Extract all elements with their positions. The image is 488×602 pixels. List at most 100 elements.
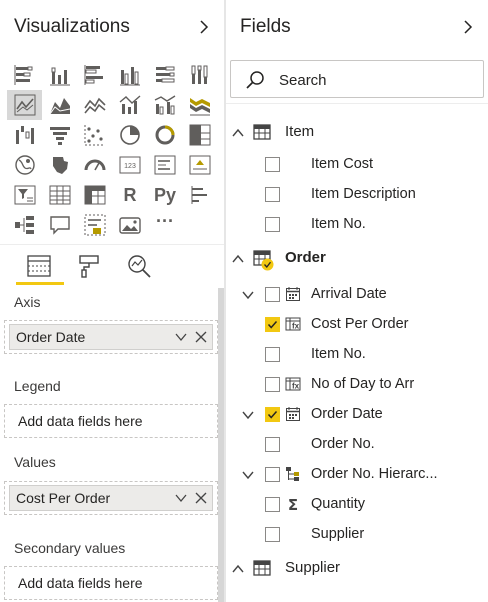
close-icon[interactable] <box>194 491 208 505</box>
field-row[interactable]: Item No. <box>226 339 488 369</box>
field-label: Item Description <box>311 186 416 202</box>
paginated-report-icon[interactable] <box>112 210 147 240</box>
card-icon[interactable]: 123 <box>112 150 147 180</box>
values-field-pill[interactable]: Cost Per Order <box>9 485 213 511</box>
clustered-column-chart-icon[interactable] <box>112 60 147 90</box>
map-icon[interactable] <box>7 150 42 180</box>
more-visuals-icon[interactable]: ··· <box>147 210 182 240</box>
multi-row-card-icon[interactable] <box>147 150 182 180</box>
table-name: Order <box>285 249 326 266</box>
field-checkbox[interactable] <box>265 187 280 202</box>
search-input[interactable] <box>279 70 469 90</box>
field-label: Order Date <box>311 406 383 422</box>
line-and-clustered-column-chart-icon[interactable] <box>147 90 182 120</box>
100-stacked-bar-chart-icon[interactable] <box>147 60 182 90</box>
svg-text:Py: Py <box>154 185 176 205</box>
funnel-chart-icon[interactable] <box>42 120 77 150</box>
line-and-stacked-column-chart-icon[interactable] <box>112 90 147 120</box>
matrix-icon[interactable] <box>77 180 112 210</box>
fields-search[interactable] <box>230 60 484 98</box>
field-wells: Axis Order Date Legend Add data fields h… <box>0 288 224 602</box>
table-header-order[interactable]: Order <box>226 243 488 273</box>
field-row[interactable]: Order No. Hierarc... <box>226 459 488 489</box>
stacked-area-chart-icon[interactable] <box>77 90 112 120</box>
visual-gallery-row: R Py <box>7 180 217 210</box>
field-checkbox[interactable] <box>265 377 280 392</box>
chevron-down-icon[interactable] <box>174 330 188 344</box>
filled-map-icon[interactable] <box>42 150 77 180</box>
field-checkbox[interactable] <box>265 527 280 542</box>
field-label: Order No. Hierarc... <box>311 466 438 482</box>
area-chart-icon[interactable] <box>42 90 77 120</box>
axis-well[interactable]: Order Date <box>4 320 218 354</box>
fields-tab[interactable] <box>24 251 54 281</box>
field-label: Item Cost <box>311 156 374 172</box>
chevron-down-icon[interactable] <box>241 288 255 302</box>
smart-narrative-icon[interactable] <box>77 210 112 240</box>
search-icon <box>246 71 264 89</box>
clustered-bar-chart-icon[interactable] <box>77 60 112 90</box>
axis-field-pill[interactable]: Order Date <box>9 324 213 350</box>
legend-well[interactable]: Add data fields here <box>4 404 218 438</box>
field-row[interactable]: Σ Quantity <box>226 489 488 519</box>
field-row[interactable]: Item No. <box>226 209 488 239</box>
slicer-icon[interactable] <box>7 180 42 210</box>
ribbon-chart-icon[interactable] <box>182 90 217 120</box>
field-checkbox[interactable] <box>265 437 280 452</box>
table-name: Item <box>285 123 315 140</box>
line-chart-icon[interactable] <box>7 90 42 120</box>
key-influencers-icon[interactable] <box>182 180 217 210</box>
svg-text:Σ: Σ <box>288 496 298 512</box>
chevron-down-icon[interactable] <box>241 408 255 422</box>
100-stacked-column-chart-icon[interactable] <box>182 60 217 90</box>
gauge-icon[interactable] <box>77 150 112 180</box>
kpi-icon[interactable] <box>182 150 217 180</box>
field-checkbox[interactable] <box>265 497 280 512</box>
field-row[interactable]: Item Cost <box>226 149 488 179</box>
field-checkbox[interactable] <box>265 157 280 172</box>
treemap-icon[interactable] <box>182 120 217 150</box>
field-label: Order No. <box>311 436 375 452</box>
analytics-tab[interactable] <box>124 251 154 281</box>
table-icon[interactable] <box>42 180 77 210</box>
field-checkbox[interactable] <box>265 347 280 362</box>
values-well[interactable]: Cost Per Order <box>4 481 218 515</box>
chevron-right-icon[interactable] <box>196 18 212 36</box>
waterfall-chart-icon[interactable] <box>7 120 42 150</box>
decomposition-tree-icon[interactable] <box>7 210 42 240</box>
stacked-bar-chart-icon[interactable] <box>7 60 42 90</box>
field-row[interactable]: Order Date <box>226 399 488 429</box>
format-tab[interactable] <box>74 251 104 281</box>
field-row[interactable]: Item Description <box>226 179 488 209</box>
field-checkbox[interactable] <box>265 287 280 302</box>
chevron-up-icon[interactable] <box>231 562 245 576</box>
table-header-item[interactable]: Item <box>226 117 488 147</box>
analytics-magnifier-icon <box>128 255 151 278</box>
close-icon[interactable] <box>194 330 208 344</box>
field-label: Item No. <box>311 346 366 362</box>
chevron-down-icon[interactable] <box>241 468 255 482</box>
chevron-down-icon[interactable] <box>174 491 188 505</box>
chevron-up-icon[interactable] <box>231 126 245 140</box>
stacked-column-chart-icon[interactable] <box>42 60 77 90</box>
field-checkbox[interactable] <box>265 217 280 232</box>
table-header-supplier[interactable]: Supplier <box>226 553 488 583</box>
python-visual-icon[interactable]: Py <box>147 180 182 210</box>
scatter-chart-icon[interactable] <box>77 120 112 150</box>
chevron-right-icon[interactable] <box>460 18 476 36</box>
field-row[interactable]: fx No of Day to Arr <box>226 369 488 399</box>
field-row[interactable]: Arrival Date <box>226 279 488 309</box>
field-checkbox[interactable] <box>265 467 280 482</box>
donut-chart-icon[interactable] <box>147 120 182 150</box>
chevron-up-icon[interactable] <box>231 252 245 266</box>
field-row[interactable]: Order No. <box>226 429 488 459</box>
field-checkbox[interactable] <box>265 317 280 332</box>
field-row[interactable]: Supplier <box>226 519 488 549</box>
r-script-visual-icon[interactable]: R <box>112 180 147 210</box>
pie-chart-icon[interactable] <box>112 120 147 150</box>
field-checkbox[interactable] <box>265 407 280 422</box>
field-row[interactable]: fx Cost Per Order <box>226 309 488 339</box>
table-icon <box>253 560 271 576</box>
qa-icon[interactable] <box>42 210 77 240</box>
secondary-values-well[interactable]: Add data fields here <box>4 566 218 600</box>
